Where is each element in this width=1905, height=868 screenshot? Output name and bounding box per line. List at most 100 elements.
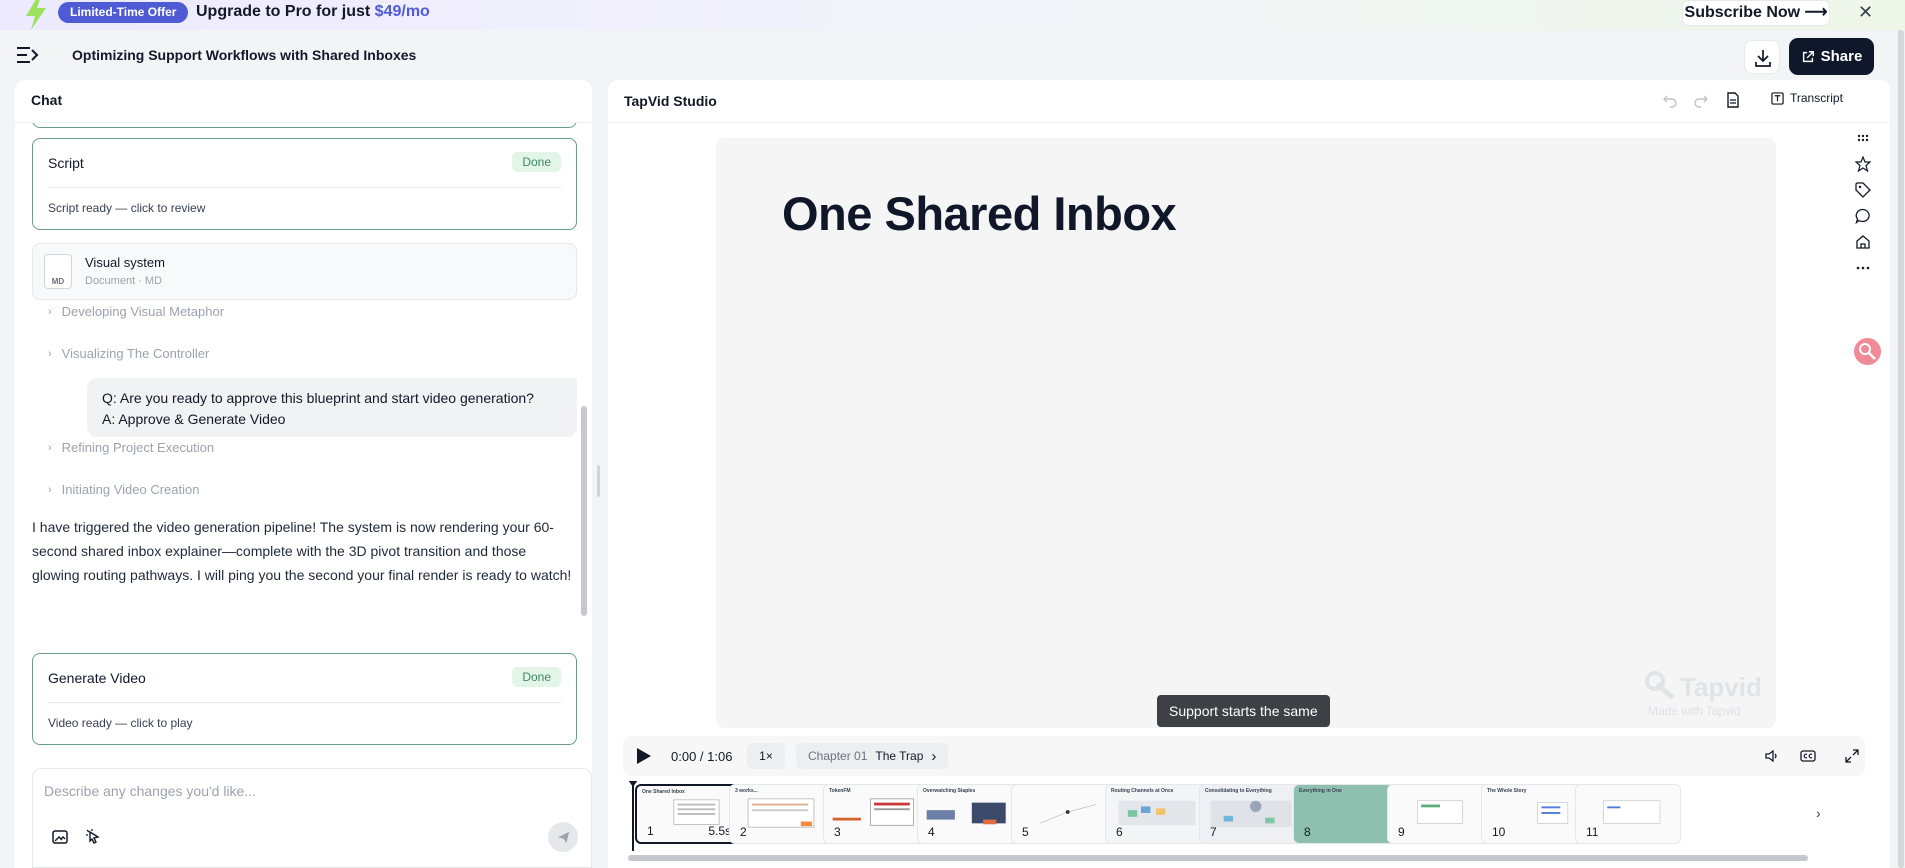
chat-scrollbar[interactable] xyxy=(581,406,587,616)
user-message: Q: Are you ready to approve this bluepri… xyxy=(87,378,577,437)
thumbnail-preview xyxy=(1210,800,1292,828)
offer-badge: Limited-Time Offer xyxy=(58,2,189,23)
thumbnail-label: 3 works... xyxy=(735,788,758,794)
transcript-icon xyxy=(1771,91,1784,105)
tag-icon[interactable] xyxy=(1855,182,1871,198)
previous-card[interactable] xyxy=(32,123,577,128)
cursor-select-icon[interactable] xyxy=(85,828,103,846)
answer-text: A: Approve & Generate Video xyxy=(102,411,286,427)
collapsed-step[interactable]: › Developing Visual Metaphor xyxy=(48,304,224,319)
collapsed-step[interactable]: › Visualizing The Controller xyxy=(48,346,209,361)
close-icon[interactable]: ✕ xyxy=(1858,2,1873,23)
share-icon xyxy=(1802,50,1814,62)
timeline-scrollbar[interactable] xyxy=(628,855,1808,861)
status-badge: Done xyxy=(512,667,561,687)
download-icon xyxy=(1755,50,1771,67)
chevron-right-icon: › xyxy=(931,747,937,765)
page-scrollbar-thumb[interactable] xyxy=(1898,30,1904,868)
timeline-thumbnail[interactable]: 3 works... 2 xyxy=(729,784,835,844)
timeline-thumbnail[interactable]: Consolidating to Everything 7 xyxy=(1199,784,1305,844)
sidebar-toggle-icon[interactable] xyxy=(17,46,39,64)
undo-icon[interactable] xyxy=(1662,92,1678,108)
thumbnail-duration: 5.5s xyxy=(708,824,731,838)
script-card[interactable]: Script Done Script ready — click to revi… xyxy=(32,138,577,230)
thumbnail-number: 9 xyxy=(1398,825,1405,839)
timeline-thumbnail[interactable]: 11 xyxy=(1575,784,1681,844)
drag-dots-icon[interactable] xyxy=(1855,130,1871,146)
chevron-right-icon[interactable]: › xyxy=(1816,805,1836,825)
chapter-name: The Trap xyxy=(875,749,924,763)
subscribe-button[interactable]: Subscribe Now ⟶ xyxy=(1682,0,1830,26)
thumbnail-preview xyxy=(747,798,815,828)
watermark-name: Tapvid xyxy=(1680,672,1762,702)
timeline-thumbnail[interactable]: The Whole Story 10 xyxy=(1481,784,1587,844)
chevron-right-icon: › xyxy=(48,305,52,318)
fullscreen-icon[interactable] xyxy=(1844,748,1860,764)
thumbnail-label: Everything in One xyxy=(1299,788,1342,794)
chat-scroll-area[interactable]: Script Done Script ready — click to revi… xyxy=(15,123,592,848)
captions-icon[interactable] xyxy=(1800,748,1816,764)
top-bar: Optimizing Support Workflows with Shared… xyxy=(0,30,1905,80)
script-card-subtitle: Script ready — click to review xyxy=(48,201,206,215)
download-button[interactable] xyxy=(1744,40,1780,74)
playhead[interactable] xyxy=(628,781,638,851)
slide-timeline[interactable]: One Shared Inbox 1 5.5s 3 works... 2 TokenFM 3… xyxy=(623,781,1865,851)
thumbnail-number: 5 xyxy=(1022,825,1029,839)
subtitle-caption: Support starts the same xyxy=(1157,695,1330,727)
timeline-thumbnail[interactable]: Overwatching Staples 4 xyxy=(917,784,1023,844)
assistant-avatar[interactable] xyxy=(1854,338,1881,365)
chapter-selector[interactable]: Chapter 01 The Trap › xyxy=(796,743,949,769)
timeline-thumbnail[interactable]: Routing Channels at Once 6 xyxy=(1105,784,1211,844)
studio-panel: TapVid Studio Transcript One Shared Inbo… xyxy=(608,80,1890,868)
thumbnail-label: Routing Channels at Once xyxy=(1111,788,1174,794)
image-edit-icon[interactable] xyxy=(51,828,69,846)
home-icon[interactable] xyxy=(1855,234,1871,250)
transcript-button[interactable]: Transcript xyxy=(1771,91,1843,105)
thumbnail-label: Consolidating to Everything xyxy=(1205,788,1272,794)
composer xyxy=(32,768,592,868)
status-badge: Done xyxy=(512,152,561,172)
thumbnail-number: 4 xyxy=(928,825,935,839)
redo-icon[interactable] xyxy=(1693,92,1709,108)
studio-title: TapVid Studio xyxy=(624,93,717,109)
comment-icon[interactable] xyxy=(1855,208,1871,224)
timeline-thumbnail[interactable]: Everything in One 8 xyxy=(1293,784,1399,844)
thumbnail-number: 2 xyxy=(740,825,747,839)
thumbnail-number: 10 xyxy=(1492,825,1506,839)
timeline-thumbnail[interactable]: 9 xyxy=(1387,784,1493,844)
collapsed-step[interactable]: › Initiating Video Creation xyxy=(48,482,199,497)
timeline-thumbnail[interactable]: 5 xyxy=(1011,784,1117,844)
speed-button[interactable]: 1× xyxy=(747,743,785,769)
transcript-label: Transcript xyxy=(1790,91,1843,105)
thumbnail-label: One Shared Inbox xyxy=(642,789,685,795)
chat-input[interactable] xyxy=(44,779,564,803)
generate-video-card[interactable]: Generate Video Done Video ready — click … xyxy=(32,653,577,745)
timeline-thumbnail[interactable]: One Shared Inbox 1 5.5s xyxy=(635,784,741,844)
chat-panel: Chat Script Done Script ready — click to… xyxy=(15,80,592,868)
panel-resize-handle[interactable] xyxy=(597,465,600,497)
thumbnail-preview xyxy=(1417,800,1463,824)
document-card[interactable]: MD Visual system Document · MD xyxy=(32,243,577,300)
play-icon[interactable] xyxy=(633,746,653,766)
volume-icon[interactable] xyxy=(1764,748,1780,764)
collapsed-step[interactable]: › Refining Project Execution xyxy=(48,440,214,455)
collapsed-step-label: Refining Project Execution xyxy=(61,440,215,455)
send-button[interactable] xyxy=(548,822,578,852)
document-icon[interactable] xyxy=(1725,92,1741,108)
thumbnail-number: 3 xyxy=(834,825,841,839)
thumbnail-number: 7 xyxy=(1210,825,1217,839)
chapter-number: Chapter 01 xyxy=(808,749,868,763)
timeline-thumbnail[interactable]: TokenFM 3 xyxy=(823,784,929,844)
markdown-file-icon: MD xyxy=(44,254,72,289)
page-scrollbar[interactable] xyxy=(1897,30,1905,868)
thumbnail-number: 11 xyxy=(1586,825,1599,839)
question-text: Q: Are you ready to approve this bluepri… xyxy=(102,390,534,406)
share-button[interactable]: Share xyxy=(1789,38,1874,75)
thumbnail-label: The Whole Story xyxy=(1487,788,1527,794)
video-canvas[interactable]: One Shared Inbox Support starts the same… xyxy=(716,138,1776,728)
star-icon[interactable] xyxy=(1855,156,1871,172)
card-divider xyxy=(48,702,561,703)
player-controls: 0:00 / 1:06 1× Chapter 01 The Trap › xyxy=(623,736,1865,776)
more-icon[interactable] xyxy=(1855,260,1871,276)
thumbnail-preview xyxy=(1118,800,1196,826)
